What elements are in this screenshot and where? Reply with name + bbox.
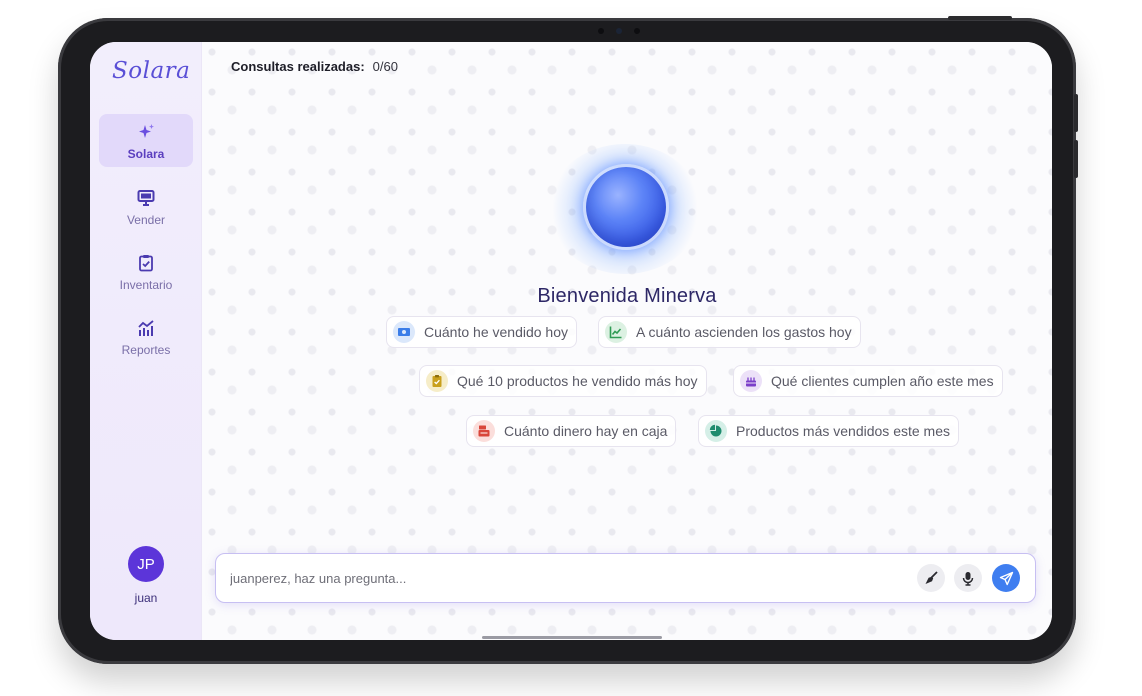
suggestion-label: A cuánto ascienden los gastos hoy: [636, 324, 852, 340]
suggestion-label: Cuánto dinero hay en caja: [504, 423, 668, 439]
sidebar-item-vender[interactable]: Vender: [99, 180, 193, 233]
monitor-icon: [135, 187, 157, 209]
home-indicator: [482, 636, 662, 639]
chat-input-bar: [215, 553, 1036, 603]
power-button: [948, 16, 1012, 20]
microphone-button[interactable]: [954, 564, 982, 592]
welcome-title: Bienvenida Minerva: [537, 285, 717, 307]
send-icon: [999, 571, 1013, 585]
suggestion-label: Productos más vendidos este mes: [736, 423, 950, 439]
query-counter: Consultas realizadas: 0/60: [231, 59, 398, 74]
clear-button[interactable]: [917, 564, 945, 592]
sidebar: Solara Solara Vender Inventario Reportes: [90, 42, 202, 640]
send-button[interactable]: [992, 564, 1020, 592]
main-panel: Consultas realizadas: 0/60 Bienvenida Min…: [202, 42, 1052, 640]
assistant-orb: [583, 164, 669, 250]
bar-chart-icon: [135, 317, 157, 339]
line-chart-icon: [605, 321, 627, 343]
sidebar-item-label: Reportes: [121, 342, 171, 357]
counter-value: 0/60: [372, 59, 398, 74]
sidebar-item-inventario[interactable]: Inventario: [99, 245, 193, 298]
sidebar-item-label: Solara: [127, 146, 165, 161]
volume-down-button: [1074, 140, 1078, 178]
cake-icon: [740, 370, 762, 392]
suggestion-chip[interactable]: Cuánto dinero hay en caja: [466, 415, 677, 447]
suggestion-label: Cuánto he vendido hoy: [424, 324, 568, 340]
user-name: juan: [134, 591, 158, 605]
sidebar-item-label: Inventario: [119, 277, 173, 292]
camera-module: [598, 28, 640, 34]
suggestion-label: Qué clientes cumplen año este mes: [771, 373, 994, 389]
counter-label: Consultas realizadas:: [231, 59, 365, 74]
avatar[interactable]: JP: [128, 546, 164, 582]
clipboard-check-icon: [135, 252, 157, 274]
broom-icon: [925, 570, 938, 584]
app-screen: Solara Solara Vender Inventario Reportes: [90, 42, 1052, 640]
suggestion-chip[interactable]: Productos más vendidos este mes: [698, 415, 959, 447]
question-input[interactable]: [230, 566, 830, 590]
sidebar-item-reportes[interactable]: Reportes: [99, 310, 193, 363]
suggestion-label: Qué 10 productos he vendido más hoy: [457, 373, 698, 389]
sidebar-item-label: Vender: [126, 212, 166, 227]
sidebar-item-solara[interactable]: Solara: [99, 114, 193, 167]
sparkles-icon: [135, 121, 157, 143]
volume-up-button: [1074, 94, 1078, 132]
suggestion-chip[interactable]: A cuánto ascienden los gastos hoy: [598, 316, 861, 348]
cash-register-icon: [473, 420, 495, 442]
cash-icon: [393, 321, 415, 343]
suggestion-chip[interactable]: Qué clientes cumplen año este mes: [733, 365, 1003, 397]
clipboard-icon: [426, 370, 448, 392]
microphone-icon: [962, 571, 974, 586]
app-logo: Solara: [112, 58, 191, 84]
suggestion-chip[interactable]: Qué 10 productos he vendido más hoy: [419, 365, 707, 397]
suggestion-chip[interactable]: Cuánto he vendido hoy: [386, 316, 577, 348]
pie-chart-icon: [705, 420, 727, 442]
